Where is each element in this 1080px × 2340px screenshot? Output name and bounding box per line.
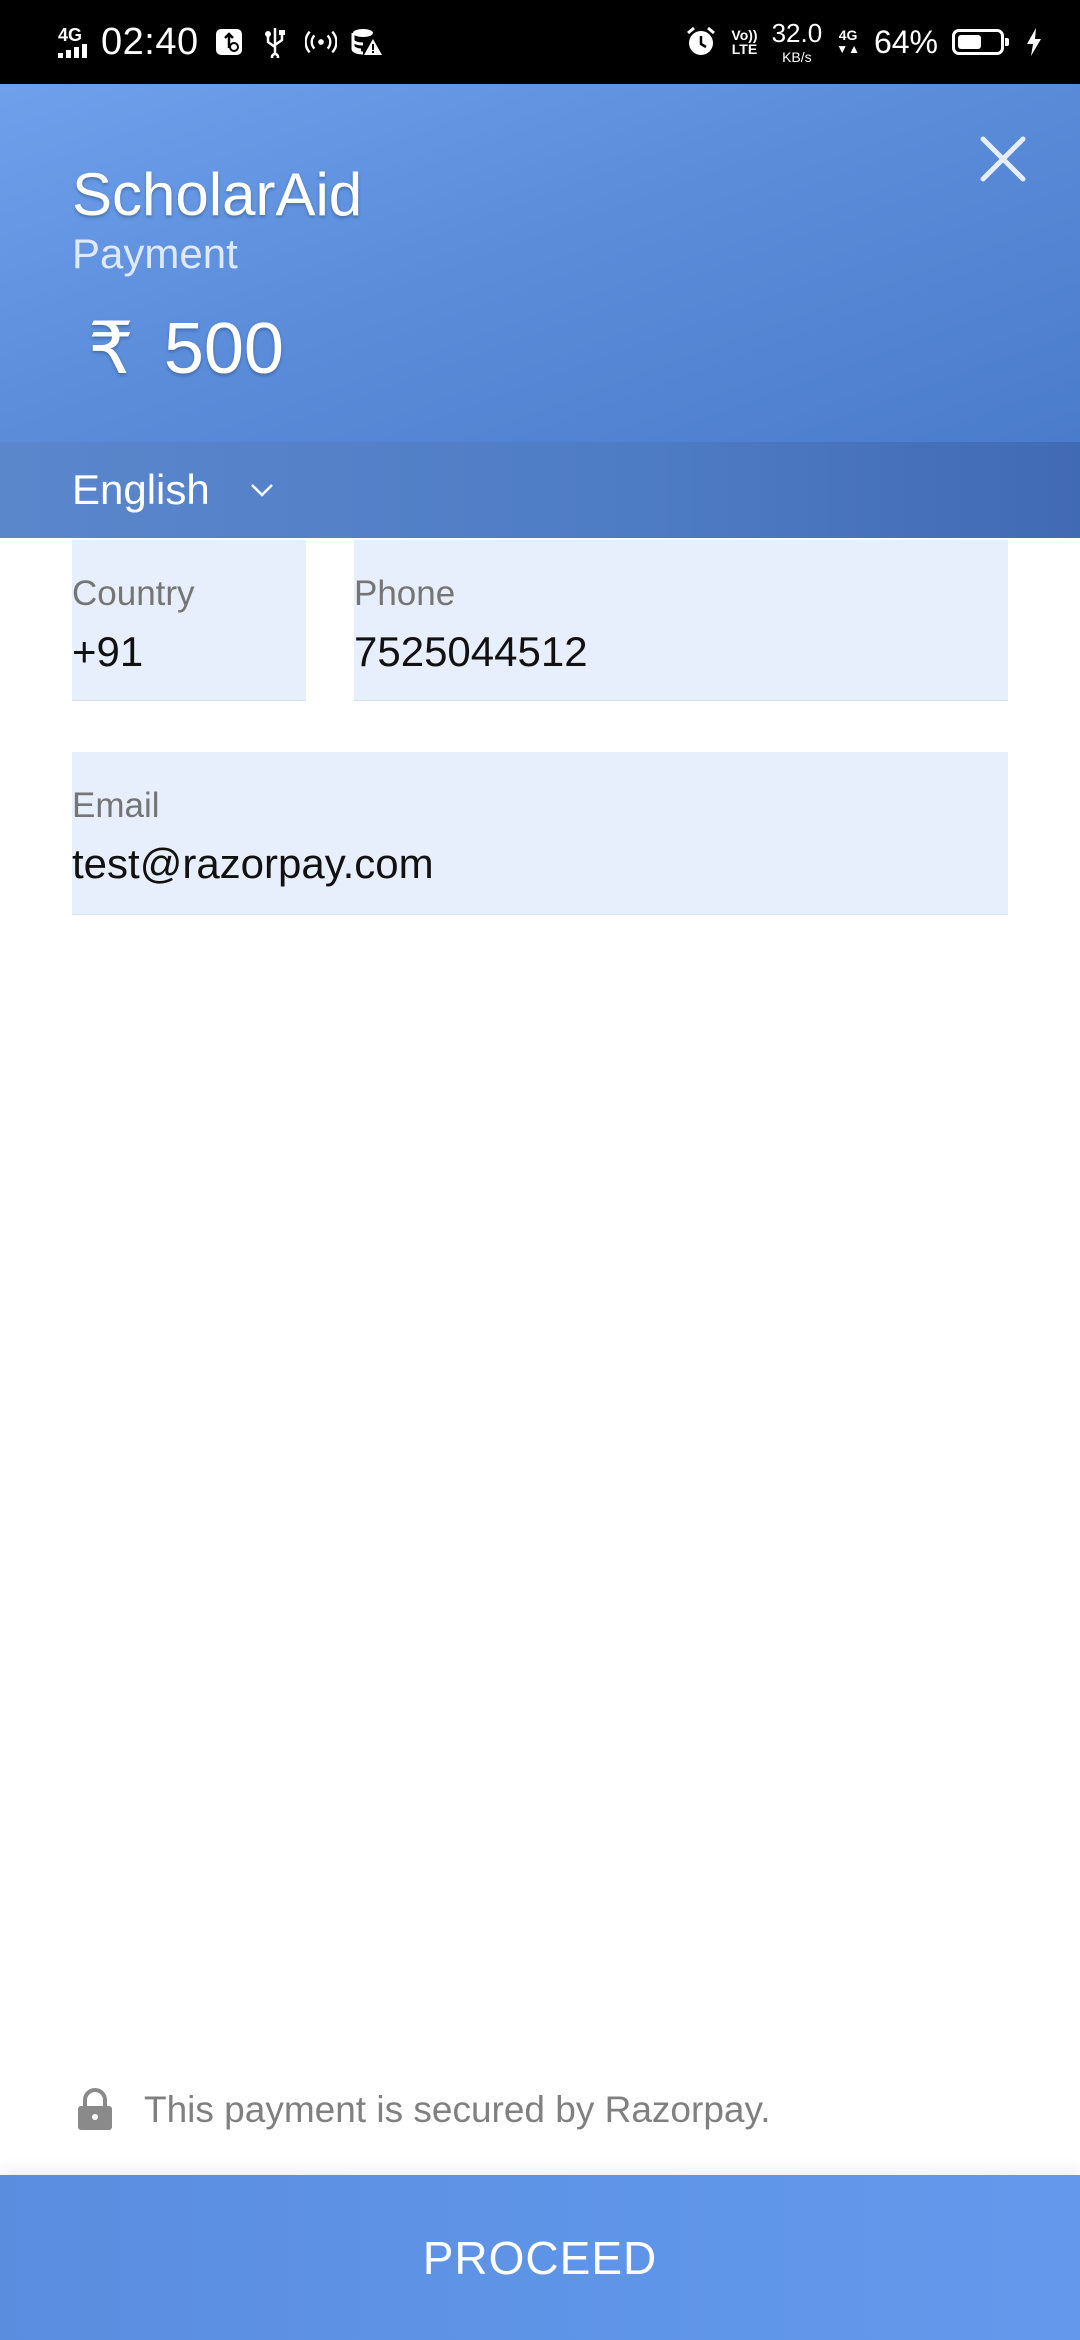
language-selector[interactable]: English — [72, 442, 274, 538]
country-value: +91 — [72, 628, 144, 675]
currency-symbol: ₹ — [88, 309, 134, 389]
amount-value: 500 — [163, 309, 284, 389]
clock: 02:40 — [101, 20, 199, 63]
lock-icon — [78, 2088, 112, 2130]
language-bar: English — [0, 442, 1080, 538]
secure-note: This payment is secured by Razorpay. — [76, 2080, 771, 2140]
language-label: English — [72, 466, 210, 513]
country-code-field[interactable]: Country +91 — [72, 540, 306, 701]
country-label: Country — [72, 574, 195, 613]
usb-icon — [259, 26, 291, 58]
network-type: 4G — [58, 25, 83, 45]
hotspot-icon — [304, 26, 337, 58]
data-warning-icon — [351, 26, 383, 58]
phone-value: 7525044512 — [354, 628, 588, 675]
merchant-name: ScholarAid — [72, 161, 363, 228]
signal-icon: 4G — [58, 26, 87, 58]
usb-settings-icon — [213, 26, 245, 58]
battery-icon — [952, 29, 1009, 55]
charging-icon — [1018, 26, 1050, 58]
checkout-header: ScholarAid Payment ₹ 500 — [0, 84, 1080, 442]
status-bar-right: Vo)) LTE 32.0 KB/s 4G ▼▲ 64% — [685, 0, 1050, 84]
status-bar: 4G 02:40 Vo)) LTE 32.0 KB/s 4G ▼▲ 64% — [0, 0, 1080, 84]
payment-amount: ₹ 500 — [88, 306, 284, 390]
battery-percent: 64% — [873, 23, 938, 60]
phone-field[interactable]: Phone 7525044512 — [354, 540, 1008, 701]
email-label: Email — [72, 786, 160, 825]
close-button[interactable] — [968, 124, 1038, 194]
close-icon — [980, 136, 1026, 182]
volte-indicator: Vo)) LTE — [731, 27, 758, 57]
phone-label: Phone — [354, 574, 456, 613]
status-bar-left: 4G 02:40 — [58, 0, 383, 84]
network-speed: 32.0 KB/s — [771, 18, 823, 65]
chevron-down-icon — [250, 484, 273, 497]
email-value: test@razorpay.com — [72, 840, 434, 887]
email-field[interactable]: Email test@razorpay.com — [72, 752, 1008, 915]
payment-subtitle: Payment — [72, 230, 238, 277]
alarm-icon — [685, 26, 717, 58]
proceed-button[interactable]: PROCEED — [0, 2175, 1080, 2340]
network-type-2: 4G ▼▲ — [836, 27, 860, 56]
secure-text: This payment is secured by Razorpay. — [144, 2089, 771, 2130]
